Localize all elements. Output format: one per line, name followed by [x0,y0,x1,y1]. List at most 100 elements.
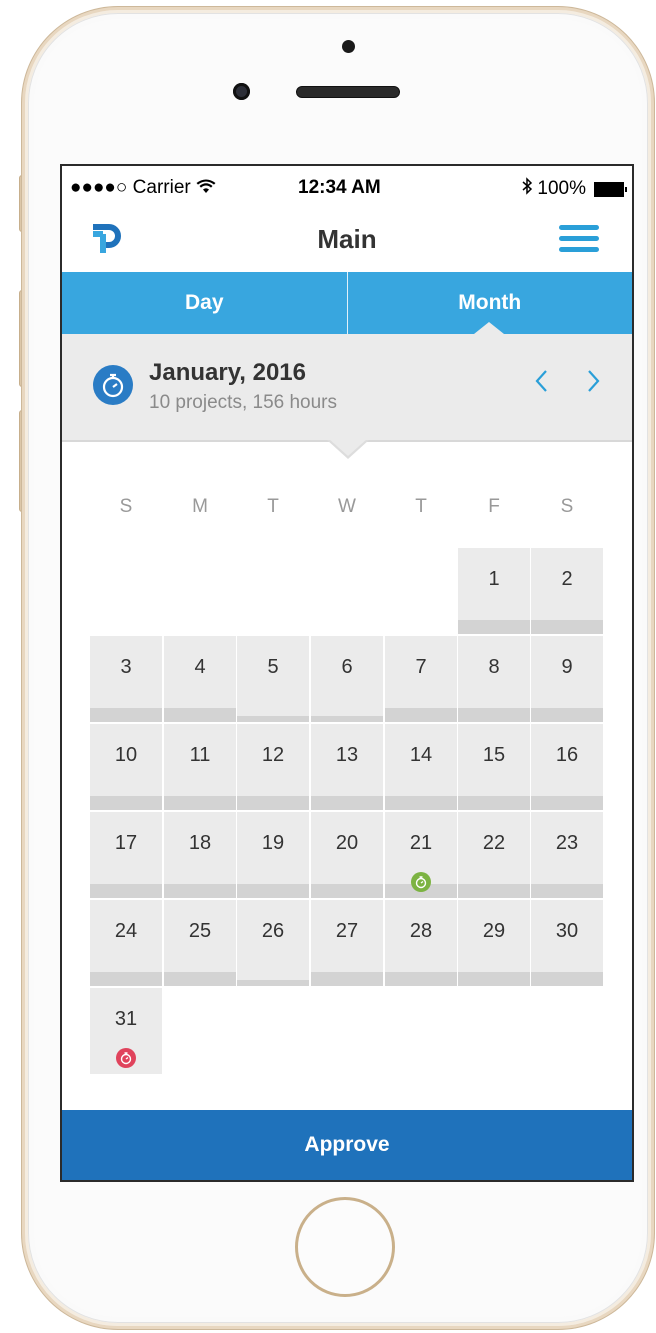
hours-bar [311,972,383,986]
day-number: 31 [114,1008,138,1030]
day-number: 30 [555,920,579,942]
timer-status-icon [411,872,431,892]
hours-bar [237,796,309,810]
day-number: 8 [488,656,500,678]
calendar-day-11[interactable]: 11 [164,724,236,810]
calendar-day-28[interactable]: 28 [385,900,457,986]
calendar-day-16[interactable]: 16 [531,724,603,810]
approve-button[interactable]: Approve [62,1110,632,1180]
day-number: 5 [267,656,279,678]
active-tab-indicator [474,322,504,334]
hours-bar [164,708,236,722]
calendar-day-1[interactable]: 1 [458,548,530,634]
calendar-day-4[interactable]: 4 [164,636,236,722]
month-summary: 10 projects, 156 hours [149,392,338,413]
front-camera [233,83,250,100]
calendar-day-10[interactable]: 10 [90,724,162,810]
hours-bar [164,972,236,986]
status-right: 100% [521,177,627,201]
day-number: 25 [188,920,212,942]
day-number: 15 [482,744,506,766]
day-number: 22 [482,832,506,854]
calendar-day-24[interactable]: 24 [90,900,162,986]
calendar-day-7[interactable]: 7 [385,636,457,722]
calendar-day-27[interactable]: 27 [311,900,383,986]
calendar-day-21[interactable]: 21 [385,812,457,898]
next-month-icon[interactable] [580,366,606,396]
day-number: 7 [415,656,427,678]
day-number: 24 [114,920,138,942]
hours-bar [311,796,383,810]
wifi-icon [196,177,216,198]
day-number: 14 [409,744,433,766]
calendar-day-22[interactable]: 22 [458,812,530,898]
tab-day[interactable]: Day [62,272,348,334]
calendar-day-12[interactable]: 12 [237,724,309,810]
calendar-day-30[interactable]: 30 [531,900,603,986]
day-number: 18 [188,832,212,854]
hours-bar [531,620,603,634]
day-number: 16 [555,744,579,766]
nav-bar: Main [62,206,632,272]
day-number: 9 [561,656,573,678]
hamburger-menu-icon[interactable] [559,225,599,253]
calendar-day-18[interactable]: 18 [164,812,236,898]
hours-bar [237,884,309,898]
header-pointer-fill [329,439,367,456]
hours-bar [385,708,457,722]
calendar-day-20[interactable]: 20 [311,812,383,898]
stopwatch-icon [93,365,133,405]
hours-bar [385,796,457,810]
calendar-day-3[interactable]: 3 [90,636,162,722]
day-number: 3 [120,656,132,678]
day-number: 11 [189,744,211,766]
month-header: January, 2016 10 projects, 156 hours [62,334,632,442]
calendar-day-23[interactable]: 23 [531,812,603,898]
day-number: 1 [488,568,500,590]
hours-bar [164,796,236,810]
calendar-day-14[interactable]: 14 [385,724,457,810]
day-number: 21 [409,832,433,854]
hours-bar [90,884,162,898]
calendar-day-29[interactable]: 29 [458,900,530,986]
day-number: 26 [261,920,285,942]
hours-bar [385,972,457,986]
day-number: 4 [194,656,206,678]
app-screen: ●●●●○ Carrier 12:34 AM 100% Main Day Mon… [60,164,634,1182]
calendar-day-26[interactable]: 26 [237,900,309,986]
hours-bar [311,716,383,722]
bluetooth-icon [521,177,533,201]
calendar-day-9[interactable]: 9 [531,636,603,722]
hours-bar [458,972,530,986]
battery-percent: 100% [537,178,586,199]
weekday-label: F [488,496,500,517]
view-tabs: Day Month [62,272,632,334]
calendar-day-2[interactable]: 2 [531,548,603,634]
day-number: 29 [482,920,506,942]
calendar-day-6[interactable]: 6 [311,636,383,722]
battery-icon [594,181,627,197]
calendar-day-13[interactable]: 13 [311,724,383,810]
calendar-day-31[interactable]: 31 [90,988,162,1074]
day-number: 28 [409,920,433,942]
clock-time: 12:34 AM [298,177,381,198]
carrier-signal: ●●●●○ Carrier [70,177,216,199]
previous-month-icon[interactable] [529,366,555,396]
day-number: 27 [335,920,359,942]
home-button[interactable] [295,1197,395,1297]
month-title: January, 2016 [149,359,306,386]
calendar-day-17[interactable]: 17 [90,812,162,898]
hours-bar [458,884,530,898]
calendar-day-25[interactable]: 25 [164,900,236,986]
calendar-day-15[interactable]: 15 [458,724,530,810]
hours-bar [531,708,603,722]
calendar-day-8[interactable]: 8 [458,636,530,722]
hours-bar [237,980,309,986]
weekday-label: T [267,496,279,517]
calendar-day-19[interactable]: 19 [237,812,309,898]
carrier-label: ●●●●○ Carrier [70,177,191,198]
hours-bar [458,796,530,810]
calendar-day-5[interactable]: 5 [237,636,309,722]
hours-bar [90,796,162,810]
status-bar: ●●●●○ Carrier 12:34 AM 100% [62,166,632,206]
